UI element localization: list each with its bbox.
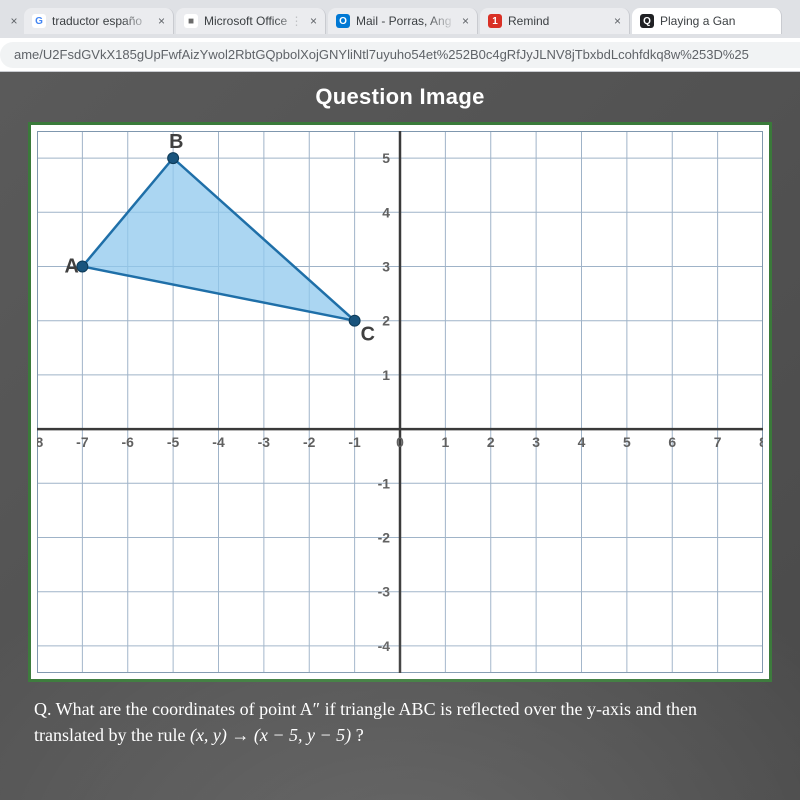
x-tick-label: 3 <box>532 434 540 450</box>
x-tick-label: 2 <box>487 434 495 450</box>
question-suffix: ? <box>351 725 364 745</box>
x-tick-label: -8 <box>37 434 43 450</box>
x-tick-label: -4 <box>212 434 225 450</box>
browser-tab[interactable]: ■ Microsoft Office ⋮ × <box>176 8 326 34</box>
y-tick-label: 5 <box>382 150 390 166</box>
question-prefix: Q. What are the coordinates of point A″ … <box>34 699 697 745</box>
x-tick-label: 5 <box>623 434 631 450</box>
tab-close-icon[interactable]: × <box>310 14 317 28</box>
tab-close-icon[interactable]: × <box>614 14 621 28</box>
x-tick-label: -7 <box>76 434 89 450</box>
vertex-label: C <box>361 324 375 346</box>
question-text: Q. What are the coordinates of point A″ … <box>30 682 770 748</box>
tab-close-icon[interactable]: × <box>462 14 469 28</box>
x-tick-label: -6 <box>122 434 135 450</box>
url-field[interactable]: ame/U2FsdGVkX185gUpFwfAizYwol2RbtGQpbolX… <box>0 42 800 68</box>
x-tick-label: 7 <box>714 434 722 450</box>
y-tick-label: 1 <box>382 367 390 383</box>
tab-label: Microsoft Office ⋮ <box>204 14 304 28</box>
tab-favicon-icon: 1 <box>488 14 502 28</box>
vertex-point <box>349 315 360 326</box>
coordinate-grid: -8 -7 -6 -5 -4 -3 -2 -1 0 1 2 3 4 5 6 7 8 -4 -3 -2 -1 1 2 3 4 5 A B… <box>37 131 763 673</box>
x-tick-label: -2 <box>303 434 316 450</box>
y-tick-label: 3 <box>382 258 390 274</box>
question-math: (x, y) → (x − 5, y − 5) <box>190 725 351 745</box>
browser-tab[interactable]: Gtraductor españo × <box>24 8 174 34</box>
vertex-label: A <box>64 255 78 277</box>
x-tick-label: -3 <box>258 434 271 450</box>
page-content: Question Image -8 -7 -6 -5 -4 -3 -2 -1 0 1 2 3 4 5 6 7 8… <box>0 72 800 800</box>
vertex-point <box>168 153 179 164</box>
y-tick-label: -3 <box>378 584 391 600</box>
tab-favicon-icon: ■ <box>184 14 198 28</box>
x-tick-label: 8 <box>759 434 763 450</box>
question-image-frame: -8 -7 -6 -5 -4 -3 -2 -1 0 1 2 3 4 5 6 7 8 -4 -3 -2 -1 1 2 3 4 5 A B… <box>28 122 772 682</box>
x-tick-label: 1 <box>442 434 450 450</box>
tab-close-icon[interactable]: × <box>158 14 165 28</box>
tab-label: traductor españo <box>52 14 152 28</box>
y-tick-label: -2 <box>378 529 391 545</box>
browser-tab[interactable]: 1 Remind × <box>480 8 630 34</box>
tab-label: Mail - Porras, Ang <box>356 14 456 28</box>
tab-label: Remind <box>508 14 608 28</box>
x-tick-label: 6 <box>668 434 676 450</box>
y-tick-label: -4 <box>378 638 391 654</box>
tab-favicon-icon: Q <box>640 14 654 28</box>
prev-tab-close-icon[interactable]: × <box>4 14 22 28</box>
browser-tab-strip: × Gtraductor españo × ■ Microsoft Office ⋮ ×… <box>0 0 800 38</box>
page-title: Question Image <box>315 84 484 110</box>
vertex-label: B <box>169 131 183 153</box>
x-tick-label: -1 <box>348 434 361 450</box>
y-tick-label: -1 <box>378 475 391 491</box>
address-bar: ame/U2FsdGVkX185gUpFwfAizYwol2RbtGQpbolX… <box>0 38 800 72</box>
browser-tab[interactable]: O Mail - Porras, Ang × <box>328 8 478 34</box>
y-tick-label: 4 <box>382 204 390 220</box>
y-tick-label: 2 <box>382 313 390 329</box>
tab-label: Playing a Gan <box>660 14 773 28</box>
browser-tab[interactable]: Q Playing a Gan <box>632 8 782 34</box>
x-tick-label: 4 <box>578 434 586 450</box>
x-tick-label: -5 <box>167 434 180 450</box>
x-tick-label: 0 <box>396 434 404 450</box>
tab-favicon-icon: G <box>32 14 46 28</box>
tab-favicon-icon: O <box>336 14 350 28</box>
